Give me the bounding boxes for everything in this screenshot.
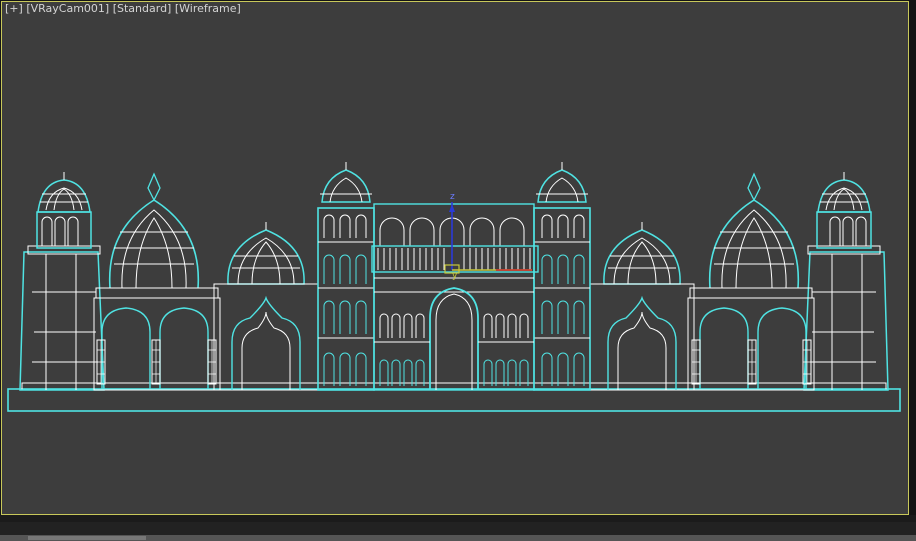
status-strip <box>0 535 916 541</box>
left-tower <box>19 172 105 391</box>
timeline-strip[interactable] <box>0 522 916 535</box>
viewport-wireframe[interactable]: [+] [VRayCam001] [Standard] [Wireframe] <box>1 1 909 515</box>
gizmo-z-label: z <box>450 192 455 202</box>
time-slider[interactable] <box>28 536 146 540</box>
gizmo-y-label: y <box>452 271 458 281</box>
central-right-minaret <box>533 162 591 391</box>
left-small-dome <box>213 222 319 391</box>
central-left-minaret <box>317 162 375 391</box>
right-wing <box>687 172 815 391</box>
left-wing <box>93 172 221 391</box>
central-facade <box>371 203 539 391</box>
building-base <box>7 382 901 412</box>
palace-wireframe-model[interactable]: z y <box>2 2 908 514</box>
right-small-dome <box>589 222 695 391</box>
right-tower <box>803 172 889 391</box>
